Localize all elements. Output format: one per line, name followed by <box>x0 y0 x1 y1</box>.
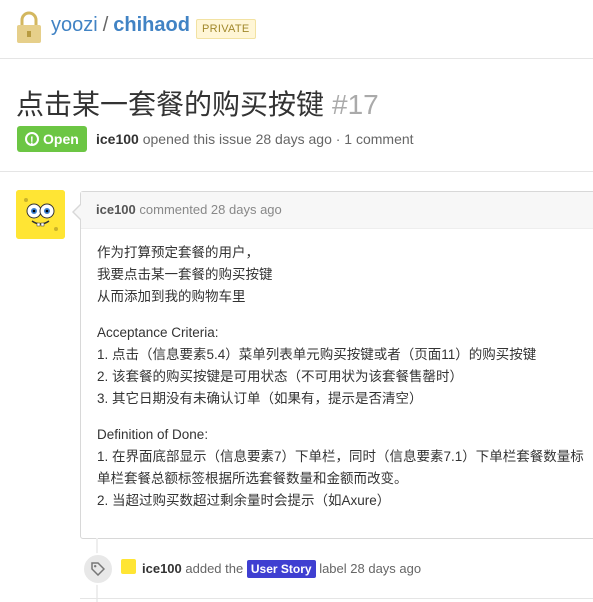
issue-meta: ice100 opened this issue 28 days ago · 1… <box>96 131 414 147</box>
next-item-edge <box>80 598 593 599</box>
event-avatar[interactable] <box>121 559 136 574</box>
repo-header: yoozi / chihaod PRIVATE <box>0 0 593 59</box>
header-divider <box>0 171 593 172</box>
issue-number: #17 <box>332 89 379 120</box>
repo-path: yoozi / chihaod <box>51 14 190 37</box>
comment-timestamp: commented 28 days ago <box>139 202 282 217</box>
comment-line: 2. 该套餐的购买按键是可用状态（不可用状为该套餐售罄时） <box>97 369 464 384</box>
event-action: added the <box>185 561 244 576</box>
avatar[interactable] <box>16 190 65 239</box>
comment-line: Acceptance Criteria: <box>97 325 219 340</box>
timeline-event-badge <box>82 553 114 585</box>
comment-body: 作为打算预定套餐的用户， 我要点击某一套餐的购买按键 从而添加到我的购物车里 A… <box>97 242 593 526</box>
comment-line: 1. 点击（信息要素5.4）菜单列表单元购买按键或者（页面11）的购买按键 <box>97 347 537 362</box>
comment-line: 3. 其它日期没有未确认订单（如果有，提示是否清空） <box>97 391 423 406</box>
comment-line: 单栏套餐总额标签根据所选套餐数量和金额而改变。 <box>97 471 408 486</box>
lock-icon <box>17 11 41 43</box>
event-actor-link[interactable]: ice100 <box>142 561 182 576</box>
spongebob-avatar <box>16 190 65 239</box>
repo-owner-link[interactable]: yoozi <box>51 14 98 36</box>
issue-title-text: 点击某一套餐的购买按键 <box>16 89 325 120</box>
comment-paragraph: Acceptance Criteria: 1. 点击（信息要素5.4）菜单列表单… <box>97 322 593 410</box>
repo-name-link[interactable]: chihaod <box>113 14 190 36</box>
issue-opened-text: opened this issue 28 days ago · 1 commen… <box>142 131 414 147</box>
comment-line: 从而添加到我的购物车里 <box>97 289 246 304</box>
comment-paragraph: 作为打算预定套餐的用户， 我要点击某一套餐的购买按键 从而添加到我的购物车里 <box>97 242 593 308</box>
private-badge: PRIVATE <box>196 19 256 39</box>
comment-line: 作为打算预定套餐的用户， <box>97 245 259 260</box>
issue-state-badge: Open <box>17 126 87 154</box>
comment-header: ice100 commented 28 days ago <box>81 192 593 229</box>
event-suffix: label 28 days ago <box>319 561 422 576</box>
tag-icon <box>91 562 105 576</box>
timeline-event: ice100 added the User Story label 28 day… <box>142 560 421 578</box>
repo-path-separator: / <box>102 14 109 36</box>
comment-line: 我要点击某一套餐的购买按键 <box>97 267 273 282</box>
comment-author-link[interactable]: ice100 <box>96 202 136 217</box>
label-user-story[interactable]: User Story <box>246 560 316 578</box>
comment: ice100 commented 28 days ago 作为打算预定套餐的用户… <box>72 191 593 539</box>
comment-line: 1. 在界面底部显示（信息要素7）下单栏，同时（信息要素7.1）下单栏套餐数量标 <box>97 449 584 464</box>
issue-author-link[interactable]: ice100 <box>96 131 139 147</box>
comment-line: 2. 当超过购买数超过剩余量时会提示（如Axure） <box>97 493 391 508</box>
issue-title: 点击某一套餐的购买按键 #17 <box>16 83 379 123</box>
open-issue-icon <box>25 128 39 154</box>
comment-paragraph: Definition of Done: 1. 在界面底部显示（信息要素7）下单栏… <box>97 424 593 512</box>
comment-line: Definition of Done: <box>97 427 209 442</box>
issue-state-label: Open <box>43 131 79 147</box>
